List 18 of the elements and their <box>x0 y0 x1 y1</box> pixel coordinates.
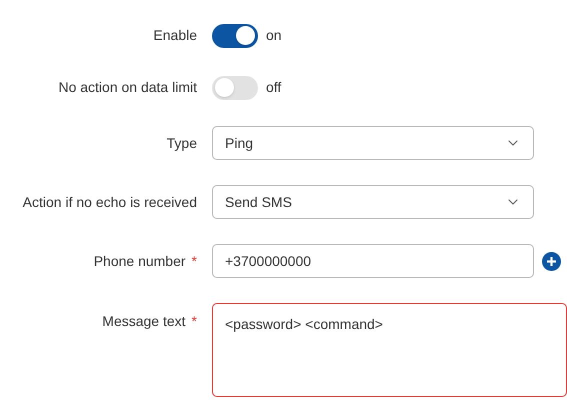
add-button[interactable] <box>542 252 561 270</box>
field-label: Phone number <box>94 252 186 270</box>
required-mark: * <box>192 312 197 331</box>
message-field[interactable]: <password> <command> <box>212 303 567 397</box>
field-label: Enable <box>153 26 197 45</box>
plus-icon <box>546 256 557 266</box>
field-label: Action if no echo is received <box>22 192 197 212</box>
required-mark: * <box>192 252 197 270</box>
field-label: No action on data limit <box>58 78 197 97</box>
dropdown[interactable]: Send SMS <box>212 185 534 219</box>
field-label: Message text <box>102 312 186 331</box>
toggle-state: on <box>266 26 282 45</box>
toggle-switch[interactable] <box>212 76 258 100</box>
input-field[interactable]: +3700000000 <box>212 244 534 278</box>
toggle-switch[interactable] <box>212 24 258 48</box>
dropdown[interactable]: Ping <box>212 126 534 160</box>
field-label: Type <box>166 134 197 153</box>
toggle-state: off <box>266 78 282 97</box>
